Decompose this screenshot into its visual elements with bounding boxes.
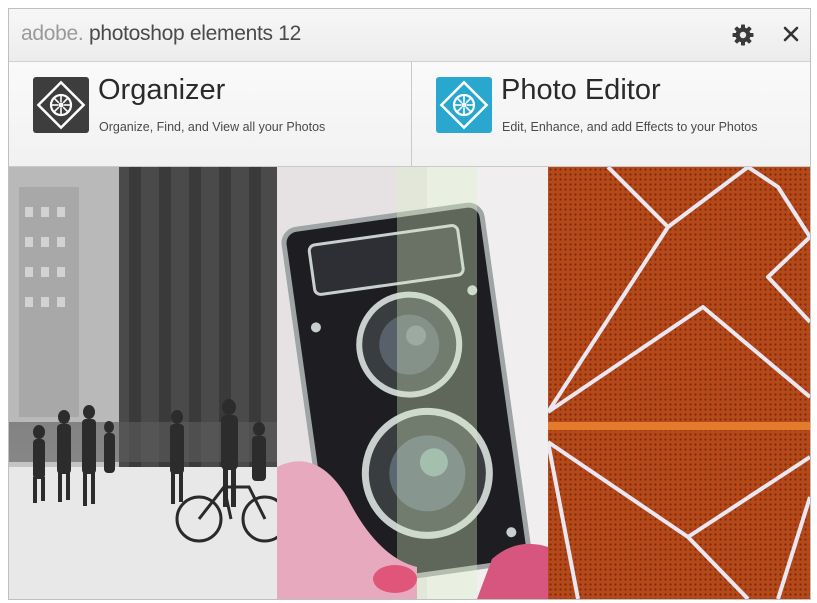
title-bar: adobe. photoshop elements 12 <box>9 9 810 62</box>
photo-editor-app-icon <box>436 77 492 133</box>
photo-strip <box>9 167 810 599</box>
title-product: photoshop elements 12 <box>88 22 302 45</box>
photo-editor-title: Photo Editor <box>501 74 661 106</box>
close-icon[interactable] <box>779 22 803 46</box>
orange-pattern-photo <box>548 167 810 599</box>
app-title: adobe. photoshop elements 12 <box>21 22 302 45</box>
photo-editor-subtitle: Edit, Enhance, and add Effects to your P… <box>502 120 758 134</box>
organizer-title: Organizer <box>98 74 226 106</box>
vintage-camera-photo <box>277 167 548 599</box>
title-brand: adobe <box>21 22 78 45</box>
organizer-app-icon <box>33 77 89 133</box>
organizer-tile[interactable]: Organizer Organize, Find, and View all y… <box>9 62 412 166</box>
photo-editor-tile[interactable]: Photo Editor Edit, Enhance, and add Effe… <box>412 62 810 166</box>
organizer-subtitle: Organize, Find, and View all your Photos <box>99 120 326 134</box>
welcome-window: adobe. photoshop elements 12 Organizer O… <box>8 8 811 600</box>
gear-icon[interactable] <box>731 23 755 47</box>
city-street-photo <box>9 167 277 599</box>
launch-tiles: Organizer Organize, Find, and View all y… <box>9 62 810 167</box>
